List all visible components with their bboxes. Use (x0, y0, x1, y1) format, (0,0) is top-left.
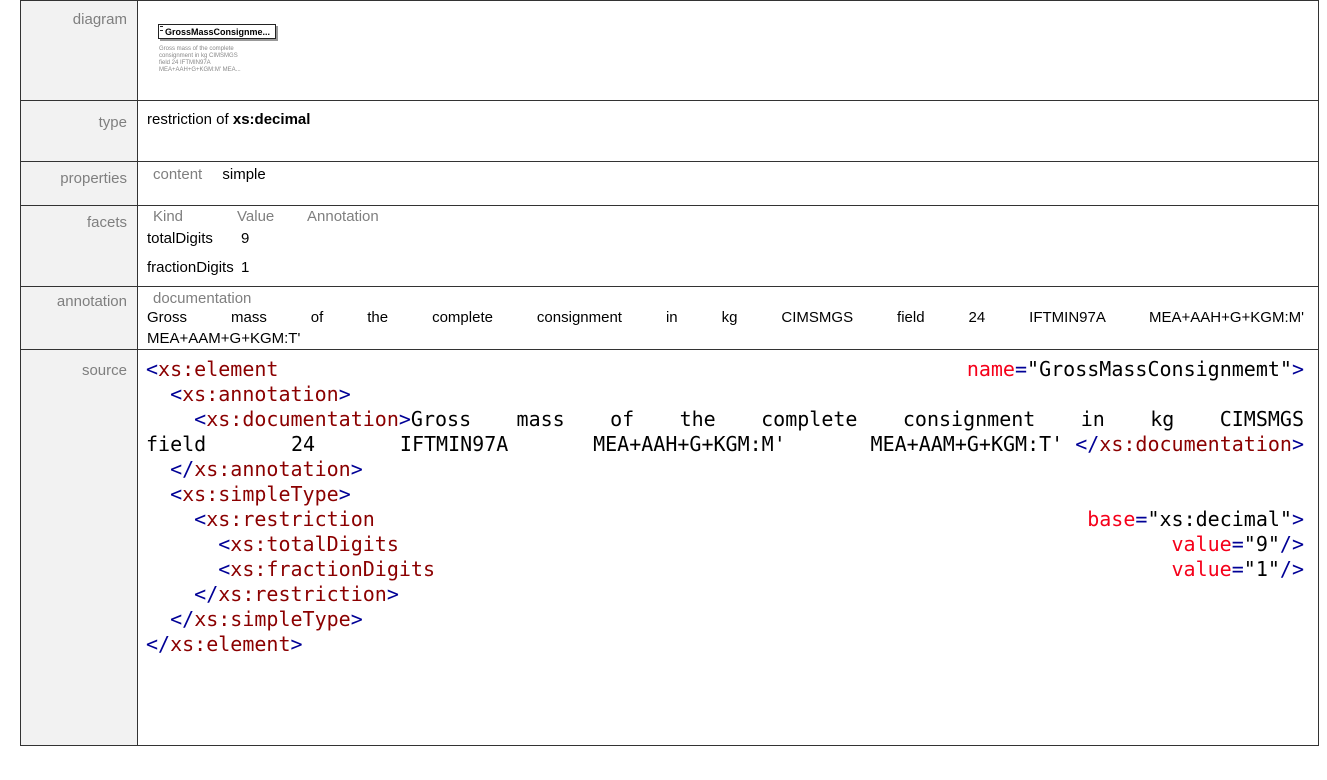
element-doc-table: diagram GrossMassConsignme... Gross mass… (20, 0, 1319, 746)
source-line: <xs:fractionDigits value="1"/> (218, 557, 1304, 581)
facets-cell: Kind Value Annotation totalDigits 9 frac… (137, 205, 1319, 287)
document-page: ment diagram GrossMassConsignme... Gross… (0, 0, 1327, 780)
type-row: type restriction of xs:decimal (20, 100, 1319, 162)
source-line: field 24 IFTMIN97A MEA+AAH+G+KGM:M' MEA+… (146, 432, 1304, 456)
diagram-documentation: Gross mass of the complete consignment i… (159, 46, 241, 73)
facet-value: 9 (241, 230, 250, 247)
source-cell: <xs:element name="GrossMassConsignmemt"> … (137, 349, 1319, 746)
source-line: <xs:element name="GrossMassConsignmemt"> (146, 357, 1304, 381)
properties-cell: content simple (137, 161, 1319, 206)
type-prefix: restriction of (147, 111, 229, 128)
source-line: <xs:totalDigits value="9"/> (218, 532, 1304, 556)
source-line: <xs:restriction base="xs:decimal"> (194, 507, 1304, 531)
facets-row: facets Kind Value Annotation totalDigits… (20, 205, 1319, 287)
type-label: type (20, 100, 138, 162)
documentation-line-1: Gross mass of the complete consignment i… (147, 309, 1304, 326)
facet-kind: totalDigits (147, 230, 213, 247)
source-line: <xs:documentation> Gross mass of the comp… (194, 407, 1304, 431)
annotation-row: annotation documentation Gross mass of t… (20, 286, 1319, 350)
source-line: </xs:annotation> (170, 457, 363, 481)
source-line: </xs:element> (146, 632, 303, 656)
source-row: source <xs:element name="GrossMassConsign… (20, 349, 1319, 746)
facet-annotation (307, 225, 507, 249)
element-node-icon (160, 26, 163, 31)
element-node[interactable]: GrossMassConsignme... (158, 24, 276, 39)
type-base-link[interactable]: xs:decimal (233, 111, 311, 128)
source-label: source (20, 349, 138, 746)
diagram-node-box[interactable]: GrossMassConsignme... (158, 24, 282, 44)
facets-label: facets (20, 205, 138, 287)
facet-annotation (307, 249, 507, 278)
source-line: </xs:simpleType> (170, 607, 363, 631)
element-node-label: GrossMassConsignme... (165, 27, 271, 37)
facets-table: Kind Value Annotation totalDigits 9 frac… (147, 209, 1318, 278)
properties-key: content (153, 166, 203, 183)
source-line: </xs:restriction> (194, 582, 399, 606)
source-line: <xs:simpleType> (170, 482, 351, 506)
facets-header-annotation: Annotation (307, 208, 379, 225)
properties-row: properties content simple (20, 161, 1319, 206)
facets-header-kind: Kind (153, 208, 184, 225)
facet-kind: fractionDigits (147, 259, 234, 276)
facets-header-value: Value (237, 208, 275, 225)
documentation-text: Gross mass of the complete consignment i… (147, 307, 1318, 349)
properties-value: simple (222, 166, 266, 183)
source-line: <xs:annotation> (170, 382, 351, 406)
type-cell: restriction of xs:decimal (137, 100, 1319, 162)
documentation-key: documentation (153, 290, 252, 307)
diagram-cell: GrossMassConsignme... Gross mass of the … (137, 0, 1319, 101)
documentation-line-2: MEA+AAM+G+KGM:T' (147, 330, 301, 347)
properties-label: properties (20, 161, 138, 206)
diagram-label: diagram (20, 0, 138, 101)
facet-value: 1 (241, 259, 250, 276)
diagram-row: diagram GrossMassConsignme... Gross mass… (20, 0, 1319, 101)
source-code: <xs:element name="GrossMassConsignmemt"> … (138, 350, 1318, 657)
annotation-label: annotation (20, 286, 138, 350)
annotation-cell: documentation Gross mass of the complete… (137, 286, 1319, 350)
